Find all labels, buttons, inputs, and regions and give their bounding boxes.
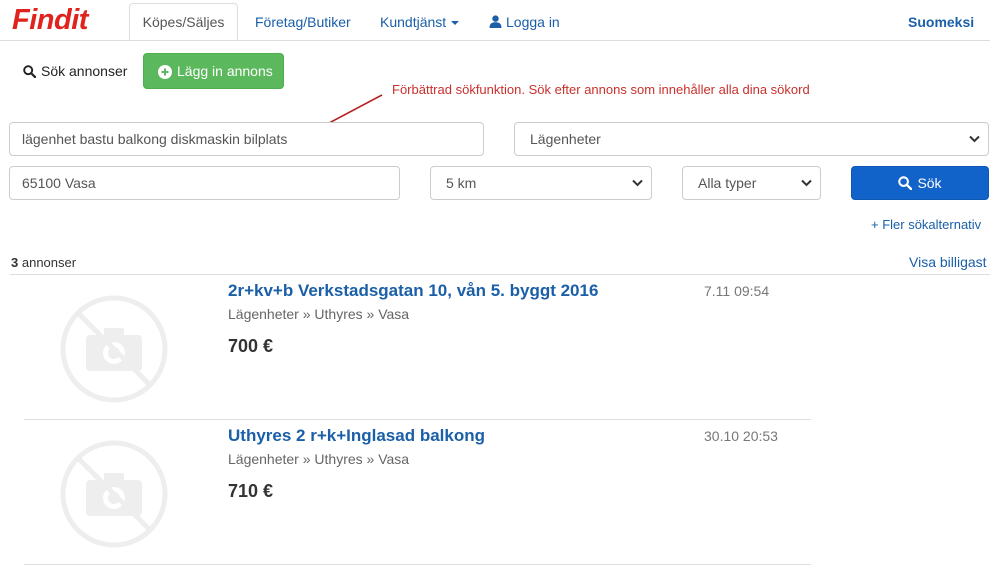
search-button[interactable]: Sök: [851, 166, 989, 200]
listing-item[interactable]: Uthyres 2 r+k+Inglasad balkong 30.10 20:…: [24, 420, 811, 565]
type-select-value: Alla typer: [698, 175, 757, 191]
listing-date: 7.11 09:54: [704, 283, 770, 299]
add-ad-button[interactable]: Lägg in annons: [143, 53, 284, 89]
sort-cheapest-link[interactable]: Visa billigast: [909, 254, 987, 270]
results-count-label: annonser: [21, 255, 77, 270]
search-icon: [898, 176, 913, 191]
search-hint-text: Förbättrad sökfunktion. Sök efter annons…: [392, 82, 810, 97]
navbar-divider: [0, 40, 990, 41]
results-count-number: 3: [11, 255, 19, 270]
type-select[interactable]: Alla typer: [682, 166, 821, 200]
language-switch-link[interactable]: Suomeksi: [908, 14, 974, 30]
listing-breadcrumb: Lägenheter » Uthyres » Vasa: [228, 306, 410, 322]
location-input[interactable]: 65100 Vasa: [9, 166, 400, 200]
radius-select[interactable]: 5 km: [430, 166, 652, 200]
search-ads-label: Sök annonser: [41, 63, 128, 79]
more-search-options-link[interactable]: + Fler sökalternativ: [871, 217, 981, 232]
no-photo-icon: [60, 295, 168, 403]
category-select-value: Lägenheter: [530, 131, 601, 147]
top-navbar: Findit Köpes/Säljes Företag/Butiker Kund…: [0, 0, 998, 41]
chevron-down-icon: [801, 179, 812, 187]
category-select[interactable]: Lägenheter: [514, 122, 989, 156]
listing-breadcrumb: Lägenheter » Uthyres » Vasa: [228, 451, 410, 467]
radius-select-value: 5 km: [446, 175, 477, 191]
login-link[interactable]: Logga in: [489, 14, 560, 30]
listing-date: 30.10 20:53: [704, 428, 778, 444]
listing-price: 710 €: [228, 481, 274, 501]
keyword-search-input[interactable]: lägenhet bastu balkong diskmaskin bilpla…: [9, 122, 484, 156]
chevron-down-icon: [632, 179, 643, 187]
no-photo-icon: [60, 440, 168, 548]
results-count: 3 annonser: [11, 255, 76, 270]
user-icon: [489, 15, 502, 28]
search-icon: [23, 65, 37, 79]
customer-service-dropdown[interactable]: Kundtjänst: [380, 14, 460, 30]
listing-title[interactable]: 2r+kv+b Verkstadsgatan 10, vån 5. byggt …: [228, 281, 598, 301]
caret-down-icon: [451, 21, 460, 26]
login-label: Logga in: [506, 14, 560, 30]
listing-price: 700 €: [228, 336, 274, 356]
chevron-down-icon: [969, 135, 980, 143]
customer-service-label: Kundtjänst: [380, 14, 447, 30]
listing-divider: [24, 564, 811, 565]
tab-kopes-saljes[interactable]: Köpes/Säljes: [129, 3, 238, 41]
search-button-label: Sök: [917, 175, 942, 191]
plus-circle-icon: [158, 65, 172, 79]
listing-title[interactable]: Uthyres 2 r+k+Inglasad balkong: [228, 426, 485, 446]
findit-logo[interactable]: Findit: [12, 4, 88, 37]
tab-foretag-butiker[interactable]: Företag/Butiker: [255, 14, 351, 30]
add-ad-label: Lägg in annons: [177, 63, 273, 79]
search-ads-link[interactable]: Sök annonser: [23, 63, 127, 79]
listing-item[interactable]: 2r+kv+b Verkstadsgatan 10, vån 5. byggt …: [24, 275, 811, 420]
